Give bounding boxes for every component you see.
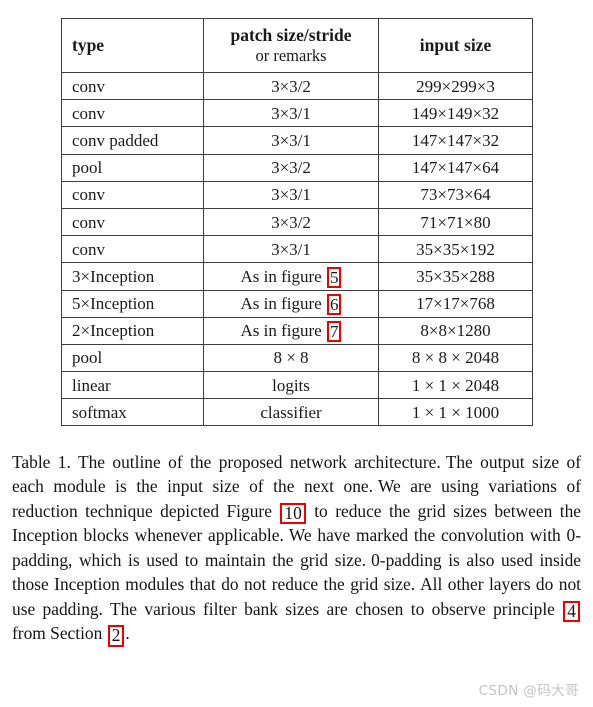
cell-input-size: 147×147×32 <box>378 126 533 155</box>
table-row: conv 3×3/1 35×35×192 <box>61 235 533 264</box>
table-caption: Table 1. The outline of the proposed net… <box>12 450 581 647</box>
table-row: conv 3×3/2 71×71×80 <box>61 207 533 237</box>
column-header-patch-size: patch size/stride or remarks <box>203 18 379 73</box>
table-row: pool 8 × 88 × 8 × 2048 <box>61 343 533 373</box>
cell-input-size: 1 × 1 × 1000 <box>378 398 533 427</box>
column-header-input-size: input size <box>378 18 533 73</box>
cell-input-size: 35×35×288 <box>378 262 533 291</box>
cell-input-size: 149×149×32 <box>378 99 533 128</box>
annotation-box-principle-4: 4 <box>563 600 580 623</box>
cell-layer-type: conv <box>61 180 204 209</box>
cell-patch-size: 3×3/1 <box>203 99 379 128</box>
cell-input-size: 147×147×64 <box>378 153 533 182</box>
cell-patch-size: As in figure 7 <box>203 316 379 345</box>
table-row: softmax classifier 1 × 1 × 1000 <box>61 398 533 427</box>
caption-part1: Table 1. The outline of the proposed net… <box>12 452 441 472</box>
caption-period: . <box>125 623 130 644</box>
cell-layer-type: conv padded <box>61 126 204 155</box>
cell-layer-type: conv <box>61 71 204 101</box>
annotation-box-figure-10: 10 <box>280 502 306 525</box>
cell-patch-size: logits <box>203 371 379 400</box>
cell-layer-type: 2×Inception <box>61 316 204 345</box>
cell-layer-type: conv <box>61 207 204 237</box>
table-row: linear logits 1 × 1 × 2048 <box>61 371 533 400</box>
caption-part8: from Section <box>12 623 103 644</box>
cell-layer-type: linear <box>61 371 204 400</box>
table-row: conv 3×3/1 149×149×32 <box>61 99 533 128</box>
cell-patch-size: classifier <box>203 398 379 427</box>
table-row: conv 3×3/2 299×299×3 <box>61 71 533 101</box>
architecture-table-container: type patch size/stride or remarks input … <box>61 18 533 427</box>
annotation-box-figure-ref: 5 <box>326 266 342 288</box>
cell-patch-size: 3×3/2 <box>203 153 379 182</box>
cell-patch-size: As in figure 6 <box>203 289 379 318</box>
table-header-row: type patch size/stride or remarks input … <box>61 18 533 73</box>
cell-layer-type: 3×Inception <box>61 262 204 291</box>
cell-layer-type: pool <box>61 153 204 182</box>
cell-input-size: 73×73×64 <box>378 180 533 209</box>
cell-layer-type: 5×Inception <box>61 289 204 318</box>
table-row: conv 3×3/1 73×73×64 <box>61 180 533 209</box>
cell-patch-text: As in figure <box>240 294 326 314</box>
column-header-type: type <box>61 18 204 73</box>
cell-layer-type: conv <box>61 235 204 264</box>
cell-patch-size: 8 × 8 <box>203 343 379 373</box>
cell-input-size: 1 × 1 × 2048 <box>378 371 533 400</box>
annotation-box-section-2: 2 <box>107 625 125 647</box>
cell-patch-text: As in figure <box>240 266 326 286</box>
table-header: type patch size/stride or remarks input … <box>61 18 533 73</box>
cell-input-size: 8×8×1280 <box>378 316 533 345</box>
column-header-patch-line2: or remarks <box>255 45 327 65</box>
csdn-watermark: CSDN @码大哥 <box>478 683 579 699</box>
cell-input-size: 35×35×192 <box>378 235 533 264</box>
table-row: 5×Inception As in figure 6 17×17×768 <box>61 289 533 318</box>
cell-patch-text: As in figure <box>240 321 326 341</box>
table-row: 2×Inception As in figure 7 8×8×1280 <box>61 316 533 345</box>
cell-patch-size: 3×3/1 <box>203 235 379 264</box>
cell-patch-size: As in figure 5 <box>203 262 379 291</box>
table-body: conv 3×3/2 299×299×3 conv 3×3/1 149×149×32 con… <box>61 71 533 427</box>
cell-patch-size: 3×3/1 <box>203 126 379 155</box>
cell-patch-size: 3×3/1 <box>203 180 379 209</box>
cell-layer-type: softmax <box>61 398 204 427</box>
cell-patch-size: 3×3/2 <box>203 207 379 237</box>
annotation-box-figure-ref: 7 <box>326 321 342 343</box>
cell-input-size: 8 × 8 × 2048 <box>378 343 533 373</box>
table-row: 3×Inception As in figure 5 35×35×288 <box>61 262 533 291</box>
architecture-table: type patch size/stride or remarks input … <box>61 18 533 427</box>
cell-input-size: 17×17×768 <box>378 289 533 318</box>
annotation-box-figure-ref: 6 <box>326 294 342 316</box>
cell-input-size: 71×71×80 <box>378 207 533 237</box>
page-root: type patch size/stride or remarks input … <box>0 0 593 707</box>
cell-layer-type: conv <box>61 99 204 128</box>
cell-patch-size: 3×3/2 <box>203 71 379 101</box>
table-row: conv padded 3×3/1 147×147×32 <box>61 126 533 155</box>
cell-layer-type: pool <box>61 343 204 373</box>
table-row: pool 3×3/2 147×147×64 <box>61 153 533 182</box>
column-header-patch-line1: patch size/stride <box>230 24 352 45</box>
cell-input-size: 299×299×3 <box>378 71 533 101</box>
